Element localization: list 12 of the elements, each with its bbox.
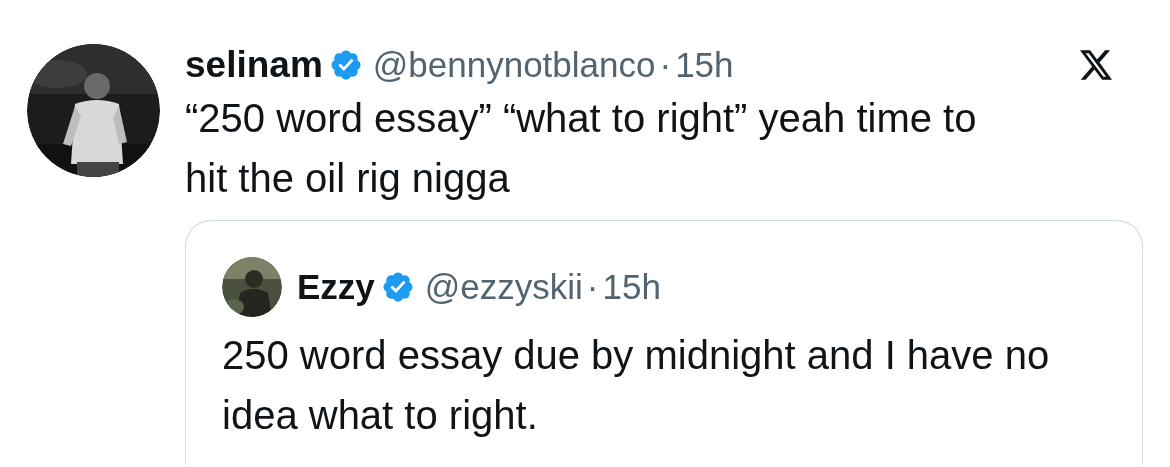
quoted-post-card[interactable]: Ezzy @ezzyskii·15h 250 word essay due by midnight and I have no idea what to right. xyxy=(185,220,1143,465)
user-handle: @ezzyskii xyxy=(424,265,583,308)
separator-dot: · xyxy=(585,265,600,308)
display-name: Ezzy xyxy=(297,265,375,308)
post-time: 15h xyxy=(675,43,734,86)
user-handle: @bennynotblanco xyxy=(372,43,656,86)
post-time: 15h xyxy=(602,265,661,308)
quoted-post-text: 250 word essay due by midnight and I have no idea what to right. xyxy=(222,332,1051,439)
x-logo-icon[interactable] xyxy=(1080,50,1112,80)
post-text: “250 word essay” “what to right” yeah time to hit the oil rig nigga xyxy=(185,95,978,202)
display-name: selinam xyxy=(185,43,323,88)
separator-dot: · xyxy=(658,43,673,86)
